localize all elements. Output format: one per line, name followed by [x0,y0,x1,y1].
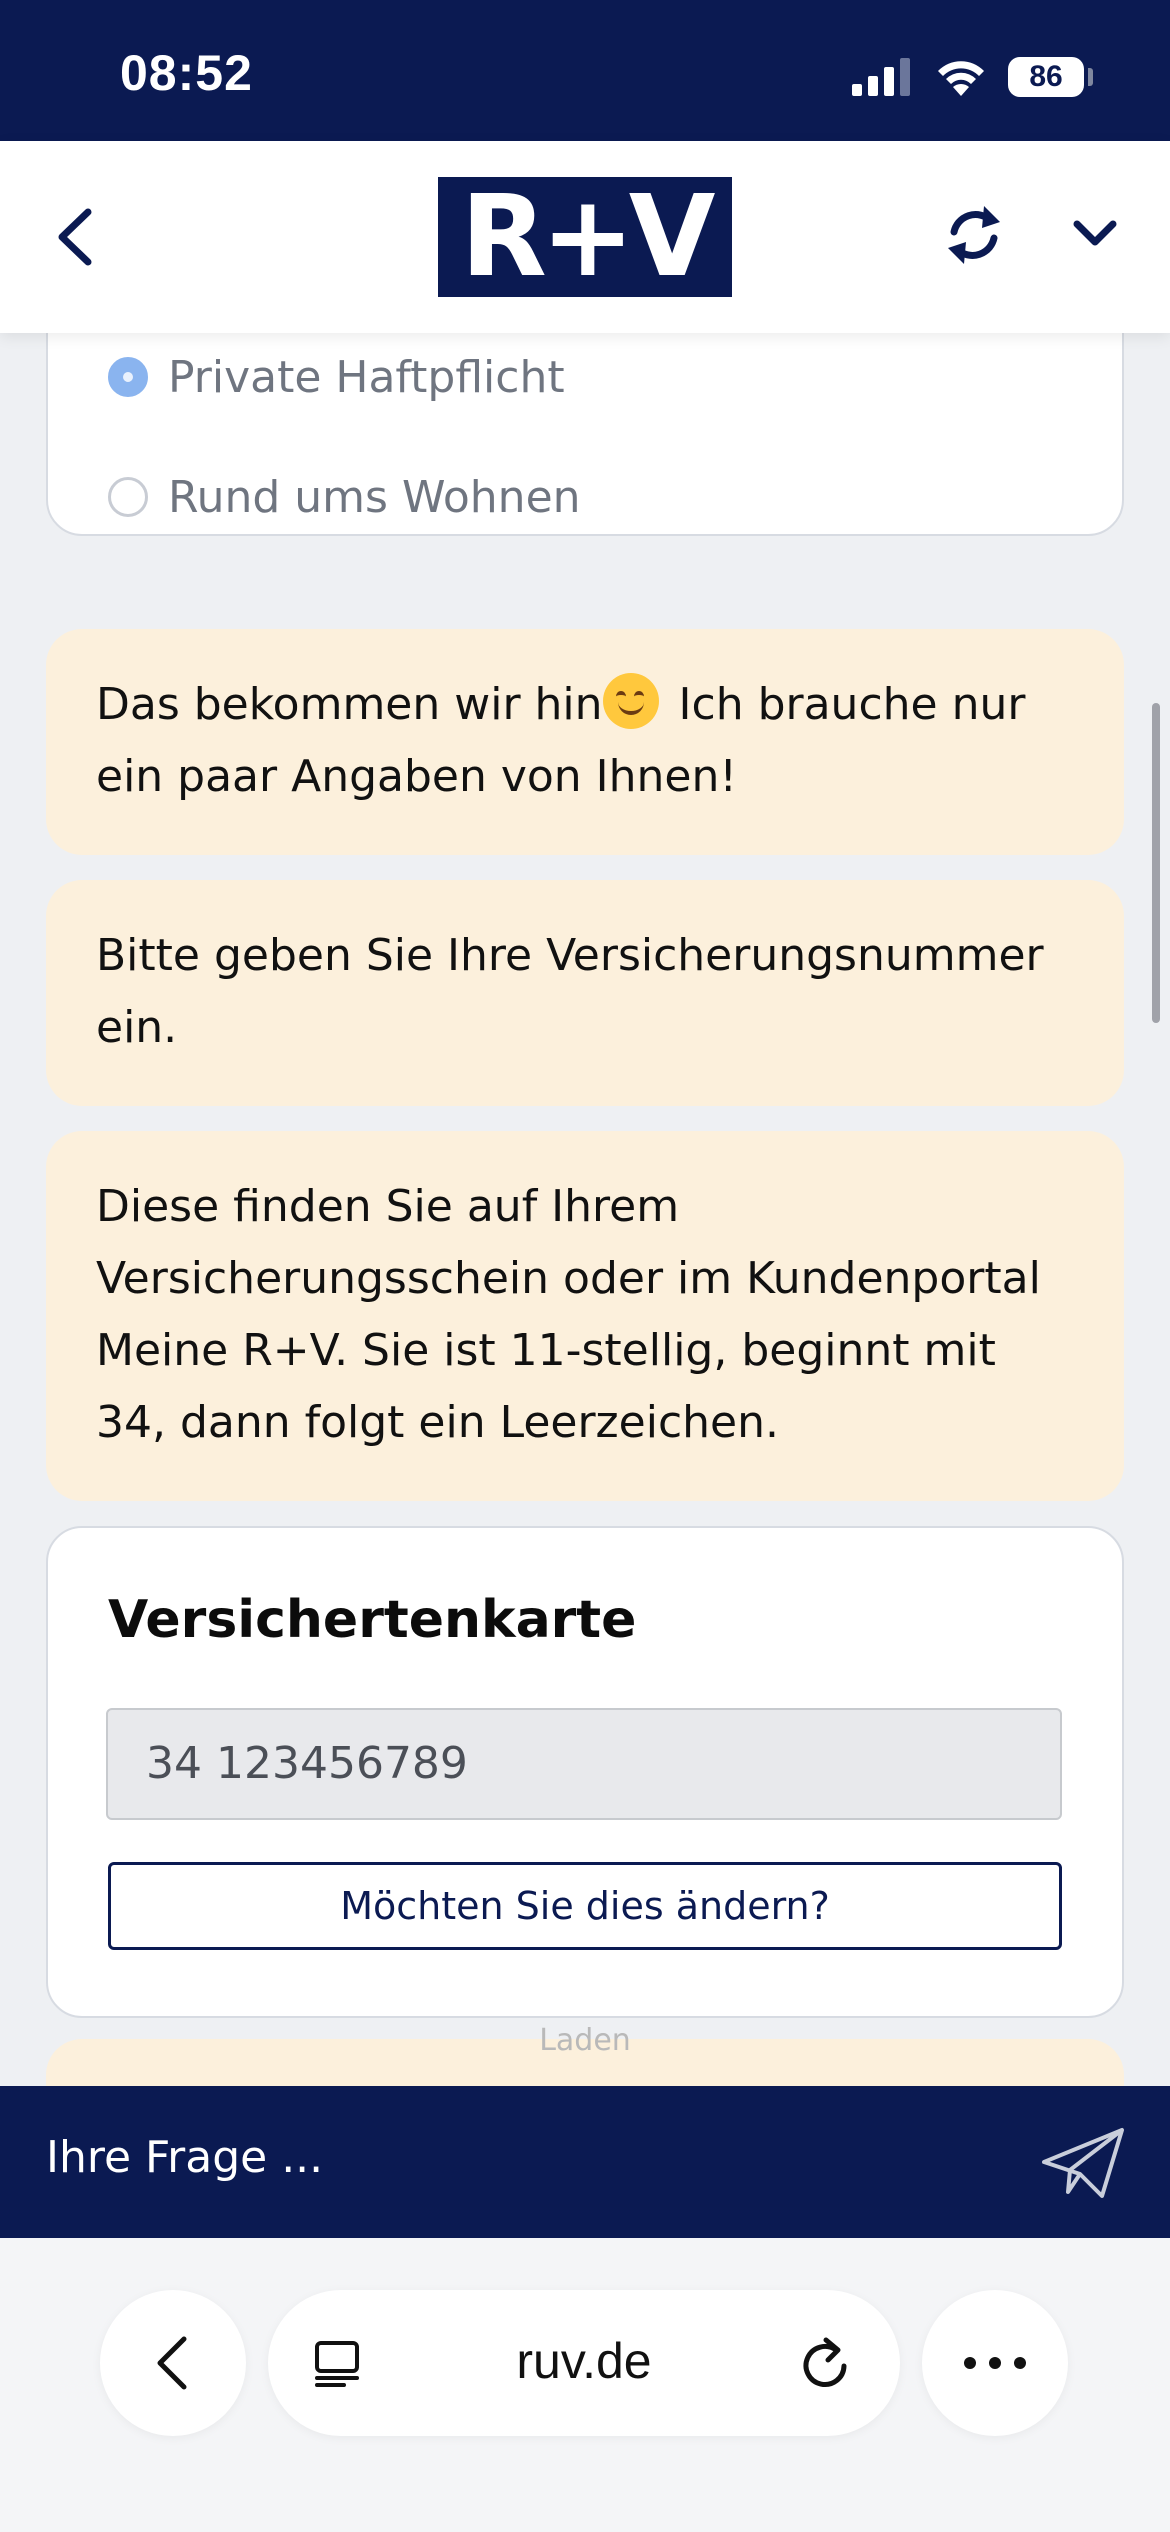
insurance-card-form: Versichertenkarte 34 123456789 Möchten S… [46,1526,1124,2018]
bot-message: Das bekommen wir hin Ich brauche nur ein… [46,629,1124,855]
reload-icon[interactable] [800,2336,850,2390]
message-text: Das bekommen wir hin [96,679,603,730]
typing-indicator: Laden [539,2023,631,2058]
radio-selected-icon [108,357,148,397]
message-text: Bitte geben Sie Ihre Versicherungsnummer… [96,930,1044,1053]
cellular-signal-icon [852,58,910,96]
bot-message: Diese finden Sie auf Ihrem Versicherungs… [46,1131,1124,1501]
message-text: Diese finden Sie auf Ihrem Versicherungs… [96,1181,1041,1448]
browser-more-button[interactable] [922,2290,1068,2436]
chat-conversation[interactable]: Private Haftpflicht Rund ums Wohnen Das … [0,333,1170,2086]
browser-toolbar: ruv.de [0,2238,1170,2532]
browser-address-bar[interactable]: ruv.de [268,2290,900,2436]
status-bar: 08:52 86 [0,0,1170,141]
browser-back-button[interactable] [100,2290,246,2436]
brand-logo: R+V [438,177,732,297]
battery-indicator: 86 [1008,57,1084,97]
radio-option-private-haftpflicht[interactable]: Private Haftpflicht [108,347,565,407]
scrollbar[interactable] [1152,703,1160,1023]
radio-option-label: Rund ums Wohnen [168,471,581,523]
status-time: 08:52 [120,45,253,101]
bot-message: Bitte geben Sie Ihre Versicherungsnummer… [46,880,1124,1106]
chat-input-bar: Ihre Frage ... [0,2086,1170,2238]
battery-tip [1088,68,1093,86]
card-title: Versichertenkarte [108,1590,637,1650]
question-input[interactable]: Ihre Frage ... [46,2132,323,2183]
radio-option-rund-ums-wohnen[interactable]: Rund ums Wohnen [108,467,581,527]
chevron-left-icon [157,2336,187,2390]
insurance-number-field[interactable]: 34 123456789 [106,1708,1062,1820]
send-icon[interactable] [1040,2126,1126,2200]
radio-option-label: Private Haftpflicht [168,351,565,403]
wifi-icon [938,61,984,96]
back-arrow-icon[interactable] [52,206,96,268]
chevron-down-icon[interactable] [1072,218,1118,250]
radio-unselected-icon [108,477,148,517]
topic-options-card: Private Haftpflicht Rund ums Wohnen [46,333,1124,536]
more-options-icon [964,2357,1026,2369]
refresh-chat-icon[interactable] [944,200,1004,270]
change-button[interactable]: Möchten Sie dies ändern? [108,1862,1062,1950]
smiling-face-emoji-icon [602,673,659,729]
